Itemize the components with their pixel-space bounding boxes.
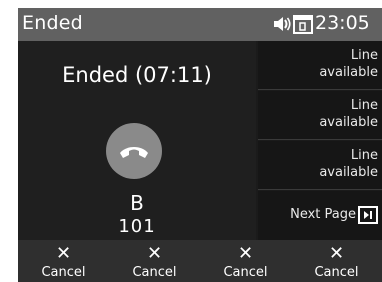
line-key-status: available — [319, 115, 378, 130]
line-key-status: available — [319, 165, 378, 180]
end-call-handset-icon — [106, 123, 162, 179]
cancel-x-icon: ✕ — [237, 243, 254, 264]
speaker-volume-icon — [272, 14, 292, 38]
cancel-x-icon: ✕ — [146, 243, 163, 264]
call-state: Ended (07:11) — [18, 63, 256, 87]
line-key-3[interactable]: Line available — [258, 141, 382, 190]
cancel-softkey-2[interactable]: ✕ Cancel — [109, 240, 200, 282]
phone-screen: Ended 23:05 Ended (07:11) B 101 Line ava… — [18, 8, 382, 282]
handset-box-icon — [293, 13, 313, 39]
call-state-label: Ended — [62, 63, 129, 87]
line-key-label: Line — [350, 98, 378, 113]
call-duration: (07:11) — [134, 63, 212, 87]
status-bar: Ended 23:05 — [18, 8, 382, 41]
line-key-1[interactable]: Line available — [258, 41, 382, 90]
line-key-2[interactable]: Line available — [258, 91, 382, 140]
status-time: 23:05 — [315, 12, 370, 34]
softkey-label: Cancel — [314, 265, 359, 280]
softkey-label: Cancel — [132, 265, 177, 280]
cancel-softkey-1[interactable]: ✕ Cancel — [18, 240, 109, 282]
call-panel: Ended (07:11) B 101 — [18, 41, 256, 240]
cancel-softkey-3[interactable]: ✕ Cancel — [200, 240, 291, 282]
line-key-label: Line — [350, 148, 378, 163]
line-keys-panel: Line available Line available Line avail… — [258, 41, 382, 240]
contact-name: B — [130, 191, 144, 215]
page-forward-icon — [358, 206, 378, 228]
cancel-softkey-4[interactable]: ✕ Cancel — [291, 240, 382, 282]
cancel-x-icon: ✕ — [328, 243, 345, 264]
softkey-label: Cancel — [223, 265, 268, 280]
cancel-x-icon: ✕ — [55, 243, 72, 264]
next-page-label: Next Page — [290, 207, 356, 222]
line-key-status: available — [319, 65, 378, 80]
contact-number: 101 — [118, 216, 156, 237]
softkey-bar: ✕ Cancel ✕ Cancel ✕ Cancel ✕ Cancel — [18, 240, 382, 282]
next-page-button[interactable]: Next Page — [258, 191, 382, 240]
line-key-label: Line — [350, 48, 378, 63]
softkey-label: Cancel — [41, 265, 86, 280]
status-title: Ended — [22, 12, 83, 34]
